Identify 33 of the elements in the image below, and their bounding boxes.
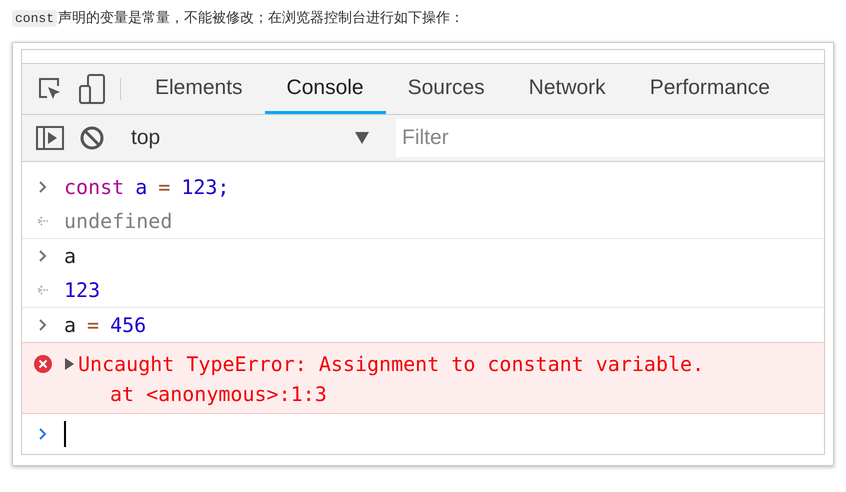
code-token: a (64, 313, 76, 337)
code-token: = (87, 313, 100, 337)
prompt-chevron-icon (38, 180, 48, 194)
intro-text: 声明的变量是常量，不能被修改；在浏览器控制台进行如下操作： (58, 9, 464, 27)
code-token: undefined (64, 209, 172, 233)
sidebar-toggle-icon[interactable] (36, 126, 64, 150)
prompt-chevron-icon (38, 318, 48, 332)
result-arrow-icon (37, 284, 49, 296)
device-icon[interactable] (79, 74, 105, 104)
context-select[interactable]: top (131, 126, 383, 150)
tab[interactable]: Sources (386, 64, 507, 114)
filter-field[interactable]: Filter (396, 119, 824, 158)
prompt-chevron-icon (38, 249, 48, 263)
tab[interactable]: Performance (628, 64, 792, 114)
text-cursor (64, 421, 66, 447)
code-token: a (64, 244, 76, 268)
code-token: a (135, 175, 148, 199)
code-token: const (64, 175, 124, 199)
tab[interactable]: Elements (133, 64, 265, 114)
code-token: 123 (64, 278, 100, 302)
result-arrow-icon (37, 215, 49, 227)
inline-code: const (12, 10, 58, 26)
expand-triangle-icon[interactable] (64, 358, 74, 370)
dropdown-caret-icon (355, 132, 369, 144)
clear-icon[interactable] (80, 126, 104, 150)
tab[interactable]: Network (506, 64, 628, 114)
stack-trace: at <anonymous>:1:3 (109, 381, 328, 408)
code-token: 123; (181, 175, 230, 199)
prompt-chevron-icon (38, 427, 48, 441)
code-token: 456 (110, 313, 146, 337)
error-message: Uncaught TypeError: Assignment to constant variable. (78, 351, 704, 378)
error-icon (34, 355, 52, 373)
code-token: = (158, 175, 170, 199)
